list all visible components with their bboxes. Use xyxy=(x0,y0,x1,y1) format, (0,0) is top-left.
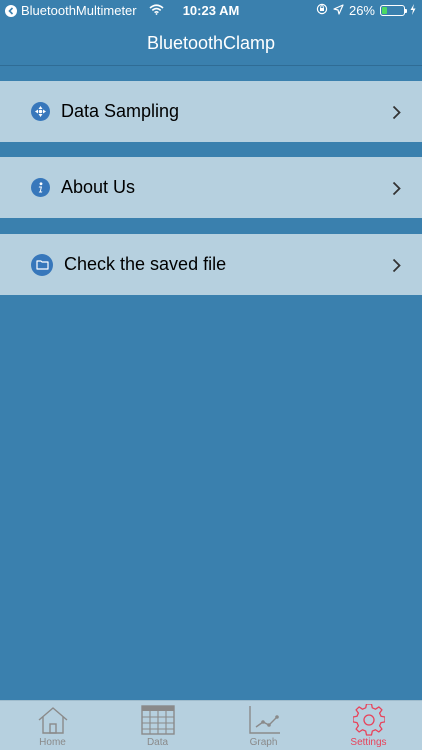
tab-home[interactable]: Home xyxy=(0,701,105,750)
tab-label: Data xyxy=(146,737,169,748)
graph-icon xyxy=(247,705,281,735)
status-bar: BluetoothMultimeter 10:23 AM 26% xyxy=(0,0,422,22)
tab-label: Home xyxy=(39,737,66,748)
info-icon xyxy=(31,178,50,197)
chevron-right-icon xyxy=(392,258,401,278)
location-icon xyxy=(333,3,344,18)
gear-icon xyxy=(352,704,385,736)
chevron-right-icon xyxy=(392,105,401,125)
tab-settings[interactable]: Settings xyxy=(316,701,421,750)
tab-label: Settings xyxy=(350,737,387,748)
home-icon xyxy=(37,705,69,735)
battery-percent: 26% xyxy=(348,3,375,18)
folder-icon xyxy=(31,253,53,276)
navigation-bar: BluetoothClamp xyxy=(0,22,422,66)
tab-label: Graph xyxy=(249,737,278,748)
chevron-right-icon xyxy=(392,181,401,201)
orientation-lock-icon xyxy=(316,3,328,18)
tab-data[interactable]: Data xyxy=(105,701,210,750)
sampling-icon xyxy=(31,102,50,121)
menu-item-label: About Us xyxy=(61,177,136,197)
menu-item-saved-file[interactable]: Check the saved file xyxy=(0,234,422,295)
menu-item-about-us[interactable]: About Us xyxy=(0,157,422,218)
tab-graph[interactable]: Graph xyxy=(211,701,316,750)
page-title: BluetoothClamp xyxy=(146,33,276,53)
charging-icon xyxy=(410,3,416,18)
table-icon xyxy=(140,705,175,735)
tab-bar: Home Data Graph Settings xyxy=(0,700,422,750)
menu-item-label: Check the saved file xyxy=(64,254,227,274)
menu-item-label: Data Sampling xyxy=(61,101,180,121)
battery-icon xyxy=(380,5,407,16)
menu-item-data-sampling[interactable]: Data Sampling xyxy=(0,81,422,142)
